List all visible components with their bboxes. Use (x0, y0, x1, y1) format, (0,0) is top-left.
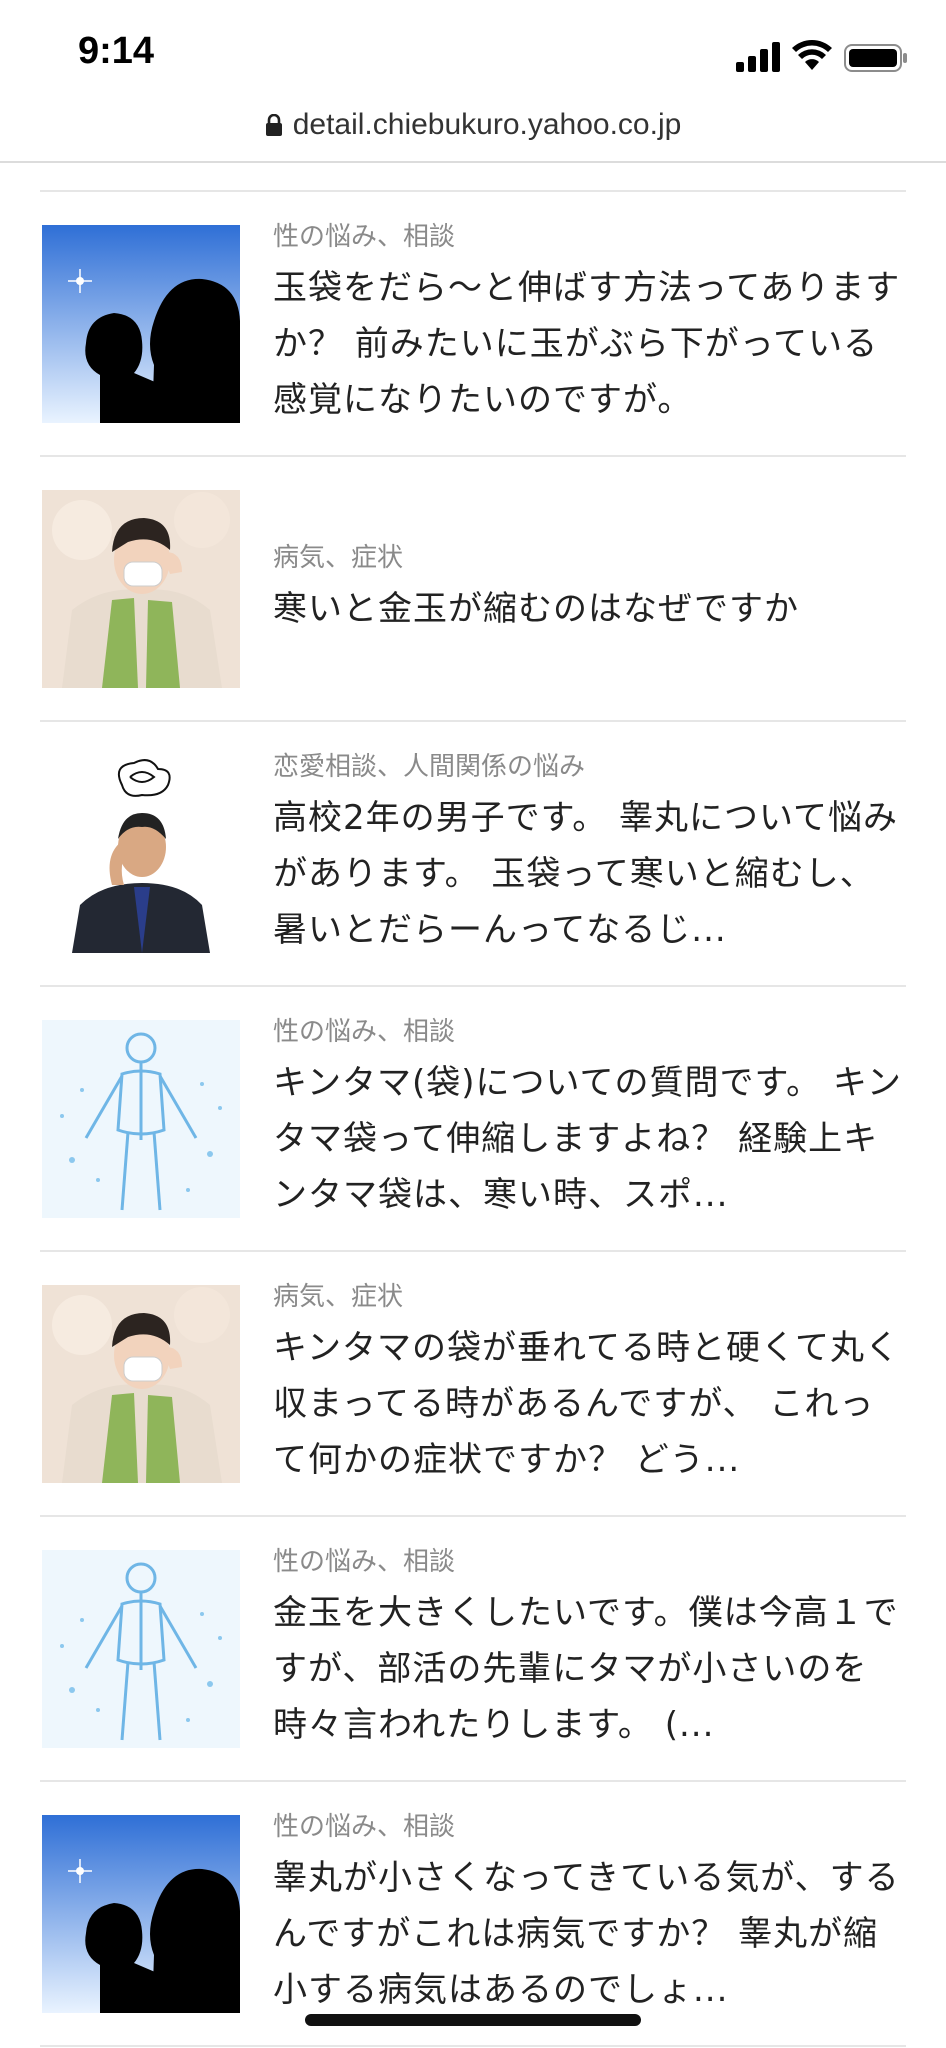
question-item[interactable]: 恋愛相談、人間関係の悩み 高校2年の男子です。 睾丸について悩みがあります。 玉… (40, 722, 906, 987)
question-category: 性の悩み、相談 (273, 221, 456, 252)
question-item[interactable]: 性の悩み、相談 キンタマ(袋)についての質問です。 キンタマ袋って伸縮しますよね… (40, 987, 906, 1252)
wifi-icon (792, 40, 832, 70)
question-category: 病気、症状 (273, 542, 404, 573)
question-title[interactable]: 寒いと金玉が縮むのはなぜですか (273, 581, 906, 637)
silhouette-couple-image (42, 225, 240, 423)
question-title[interactable]: キンタマ(袋)についての質問です。 キンタマ袋って伸縮しますよね？ 経験上キンタ… (273, 1055, 906, 1223)
question-category: 病気、症状 (273, 1281, 404, 1312)
question-title[interactable]: 高校2年の男子です。 睾丸について悩みがあります。 玉袋って寒いと縮むし、暑いと… (273, 790, 906, 958)
lock-icon (265, 114, 282, 136)
woman-with-mask-image (42, 490, 240, 688)
silhouette-couple-image (42, 1815, 240, 2013)
question-title[interactable]: キンタマの袋が垂れてる時と硬くて丸く収まってる時があるんですが、 これって何かの… (273, 1320, 906, 1488)
woman-with-mask-image (42, 1285, 240, 1483)
status-bar: 9:14 (0, 0, 946, 110)
question-category: 恋愛相談、人間関係の悩み (273, 751, 586, 782)
url-text: detail.chiebukuro.yahoo.co.jp (292, 108, 682, 141)
status-time: 9:14 (78, 30, 155, 72)
water-body-image (42, 1020, 240, 1218)
water-body-image (42, 1550, 240, 1748)
home-indicator[interactable] (305, 2014, 641, 2026)
worried-man-image (42, 755, 240, 953)
question-item[interactable]: 性の悩み、相談 睾丸が小さくなってきている気が、するんですがこれは病気ですか？ … (40, 1782, 906, 2047)
question-category: 性の悩み、相談 (273, 1016, 456, 1047)
question-title[interactable]: 睾丸が小さくなってきている気が、するんですがこれは病気ですか？ 睾丸が縮小する病… (273, 1850, 906, 2018)
cellular-signal-icon (736, 42, 780, 72)
question-item[interactable]: 病気、症状 キンタマの袋が垂れてる時と硬くて丸く収まってる時があるんですが、 こ… (40, 1252, 906, 1517)
battery-icon (844, 44, 907, 72)
question-title[interactable]: 玉袋をだら〜と伸ばす方法ってありますか？ 前みたいに玉がぶら下がっている感覚にな… (273, 260, 906, 428)
question-title[interactable]: 金玉を大きくしたいです。僕は今高１ですが、部活の先輩にタマが小さいのを時々言われ… (273, 1585, 906, 1753)
url-bar[interactable]: detail.chiebukuro.yahoo.co.jp (0, 104, 946, 162)
question-item[interactable]: 性の悩み、相談 金玉を大きくしたいです。僕は今高１ですが、部活の先輩にタマが小さ… (40, 1517, 906, 1782)
question-item[interactable]: 病気、症状 寒いと金玉が縮むのはなぜですか (40, 457, 906, 722)
question-category: 性の悩み、相談 (273, 1811, 456, 1842)
question-category: 性の悩み、相談 (273, 1546, 456, 1577)
question-item[interactable]: 性の悩み、相談 玉袋をだら〜と伸ばす方法ってありますか？ 前みたいに玉がぶら下が… (40, 192, 906, 457)
header-divider (0, 161, 946, 163)
question-list: 性の悩み、相談 玉袋をだら〜と伸ばす方法ってありますか？ 前みたいに玉がぶら下が… (40, 190, 906, 2047)
